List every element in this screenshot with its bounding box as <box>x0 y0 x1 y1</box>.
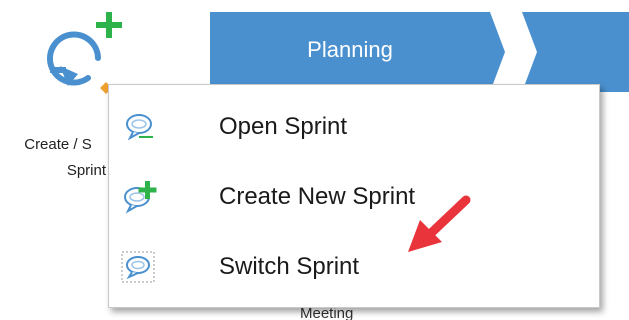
menu-item-switch-sprint[interactable]: Switch Sprint <box>109 231 599 303</box>
next-chevron <box>522 12 629 92</box>
menu-item-create-new-sprint[interactable]: Create New Sprint <box>109 161 599 233</box>
planning-step-label[interactable]: Planning <box>270 30 430 70</box>
caption-line-2: Sprint <box>66 162 106 179</box>
sprint-context-menu: Open Sprint Create New Sprint Switch Spr… <box>108 84 600 308</box>
sprint-button-caption: Create / S Sprint <box>6 132 110 184</box>
chat-bubble-plus-icon <box>124 181 157 214</box>
menu-item-label: Open Sprint <box>219 113 348 140</box>
annotation-arrow-icon <box>408 195 471 252</box>
menu-item-label: Create New Sprint <box>219 183 416 210</box>
caption-line-1: Create / S <box>24 136 92 153</box>
menu-item-open-sprint[interactable]: Open Sprint <box>109 91 599 163</box>
chat-bubble-dashed-icon <box>121 251 155 283</box>
menu-item-label: Switch Sprint <box>219 253 360 280</box>
chat-bubble-icon <box>126 114 153 141</box>
